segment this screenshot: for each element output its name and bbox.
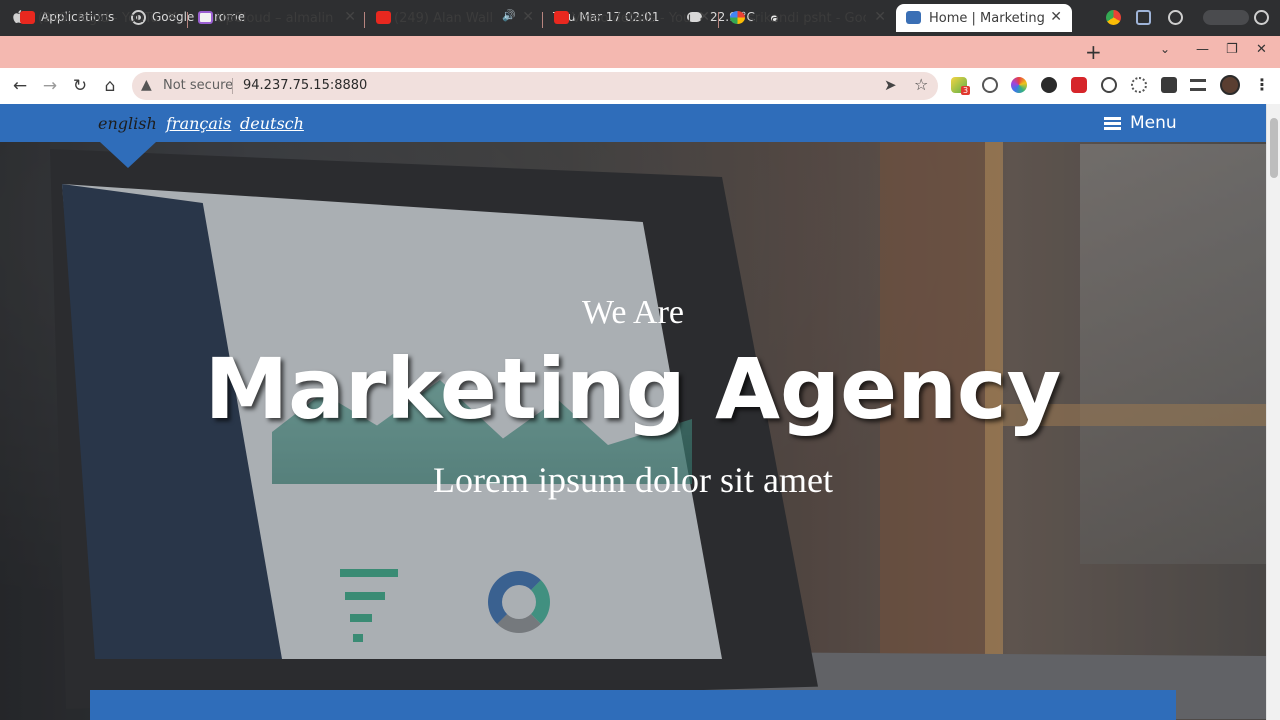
power-icon[interactable] [1254, 10, 1269, 25]
scrollbar-thumb[interactable] [1270, 118, 1278, 178]
accessibility-icon[interactable] [1168, 10, 1183, 25]
web-page: english français deutsch Menu We Are Mar… [0, 104, 1266, 720]
reading-list-icon[interactable] [1190, 79, 1206, 91]
tab-search-button[interactable]: ⌄ [1160, 42, 1170, 56]
browser-menu-icon[interactable]: ⋮ [1254, 75, 1270, 94]
hero-subtitle: Lorem ipsum dolor sit amet [433, 460, 833, 500]
ublock-extension-icon[interactable] [1071, 77, 1087, 93]
tab-label: Video details - You [572, 10, 692, 26]
tab-close-icon[interactable]: ✕ [1050, 9, 1062, 25]
menu-label: Menu [1130, 113, 1177, 133]
content-section-band [90, 690, 1176, 720]
hero-pre-title: We Are [581, 294, 685, 331]
restore-button[interactable]: ❐ [1226, 42, 1238, 57]
extensions-puzzle-icon[interactable] [1161, 77, 1177, 93]
youtube-icon [20, 11, 35, 24]
tab-label: Home | Marketing [929, 10, 1045, 26]
chrome-tray-icon[interactable] [1106, 10, 1121, 25]
new-tab-button[interactable]: + [1085, 40, 1102, 64]
audio-playing-icon[interactable]: 🔊 [502, 9, 516, 22]
address-bar[interactable]: ▲ Not secure 94.237.75.15:8880 ➤ ☆ [132, 72, 938, 100]
back-button[interactable]: ← [8, 74, 32, 98]
upcloud-icon [198, 11, 213, 24]
tab-label: srikandi psht - Goo [748, 10, 866, 26]
tab-close-icon[interactable]: ✕ [874, 9, 886, 25]
tab-close-icon[interactable]: ✕ [166, 9, 178, 25]
tab-home-marketing[interactable]: Home | Marketing ✕ [896, 4, 1072, 32]
site-navbar: english français deutsch Menu [0, 104, 1266, 142]
tab-label: (249) fcgid - YouTu [38, 10, 159, 26]
forward-button[interactable]: → [38, 74, 62, 98]
menu-button[interactable]: Menu [1104, 113, 1177, 133]
reload-button[interactable]: ↻ [68, 74, 92, 98]
lang-german-link[interactable]: deutsch [240, 114, 304, 133]
eye-extension-icon[interactable] [982, 77, 998, 93]
minimize-button[interactable]: — [1196, 42, 1209, 57]
tab-upcloud[interactable]: UpCloud – almalin ✕ [198, 4, 356, 32]
hero-title: Marketing Agency [204, 340, 1062, 438]
send-to-device-icon[interactable]: ➤ [884, 76, 897, 94]
not-secure-label[interactable]: Not secure [163, 78, 233, 93]
home-button[interactable]: ⌂ [98, 74, 122, 98]
tab-youtube-alan-walker[interactable]: (249) Alan Wall 🔊 ✕ [376, 4, 534, 32]
window-close-button[interactable]: ✕ [1256, 42, 1267, 57]
speed-extension-icon[interactable] [1101, 77, 1117, 93]
shield-tray-icon[interactable] [1136, 10, 1151, 25]
hamburger-icon [1104, 116, 1121, 130]
system-status-icons[interactable] [1203, 10, 1249, 25]
youtube-icon [554, 11, 569, 24]
bookmark-star-icon[interactable]: ☆ [914, 75, 928, 94]
tab-label: (249) Alan Wall [394, 10, 494, 26]
settings-extension-icon[interactable] [1131, 77, 1147, 93]
tab-close-icon[interactable]: ✕ [344, 9, 356, 25]
tab-video-details[interactable]: Video details - You ✕ [554, 4, 710, 32]
tab-close-icon[interactable]: ✕ [522, 9, 534, 25]
tab-label: UpCloud – almalin [216, 10, 334, 26]
page-scrollbar[interactable] [1266, 104, 1280, 720]
google-icon [730, 11, 745, 24]
tab-youtube-fcgid[interactable]: (249) fcgid - YouTu ✕ [20, 4, 178, 32]
lang-french-link[interactable]: français [166, 114, 231, 133]
url-text[interactable]: 94.237.75.15:8880 [243, 78, 367, 93]
extension-badge: 3 [961, 86, 971, 95]
active-language-indicator [100, 142, 156, 168]
color-picker-extension-icon[interactable] [1011, 77, 1027, 93]
tab-close-icon[interactable]: ✕ [698, 9, 710, 25]
warning-icon[interactable]: ▲ [141, 77, 152, 93]
lang-english-link[interactable]: english [98, 114, 157, 133]
tab-google-search[interactable]: srikandi psht - Goo ✕ [730, 4, 886, 32]
youtube-icon [376, 11, 391, 24]
dark-reader-extension-icon[interactable] [1041, 77, 1057, 93]
profile-avatar[interactable] [1220, 75, 1240, 95]
site-favicon-icon [906, 11, 921, 24]
